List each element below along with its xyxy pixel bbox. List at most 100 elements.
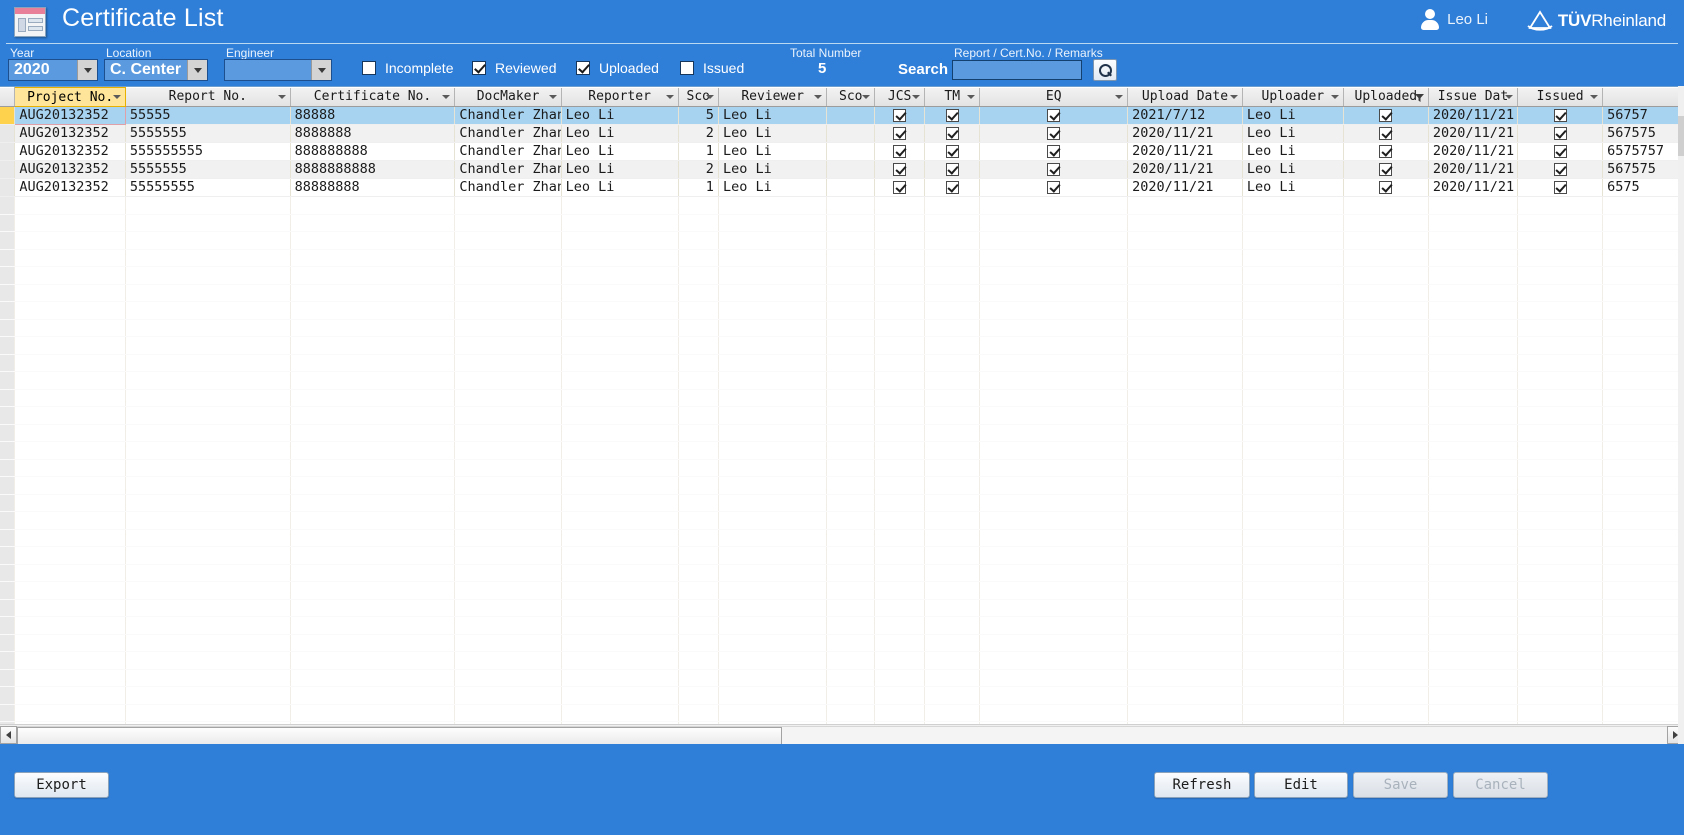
checkbox-issued-icon[interactable] xyxy=(1553,108,1567,122)
cell-project_no[interactable]: AUG20132352 xyxy=(14,142,126,161)
column-header-eq[interactable]: EQ xyxy=(979,87,1129,107)
cell-score1[interactable]: 2 xyxy=(678,124,719,143)
checkbox-issued-box[interactable] xyxy=(680,61,694,75)
engineer-select[interactable] xyxy=(224,59,332,81)
filter-checkbox-reviewed[interactable]: Reviewed xyxy=(472,60,556,76)
cell-report_no[interactable]: 55555 xyxy=(125,106,291,125)
cell-reviewer[interactable]: Leo Li xyxy=(718,178,828,197)
column-header-sco[interactable]: Sco xyxy=(678,87,719,107)
cell-upload_date[interactable]: 2020/11/21 xyxy=(1127,142,1243,161)
cell-certificate_no[interactable]: 8888888 xyxy=(290,124,456,143)
column-header-tm[interactable]: TM xyxy=(924,87,981,107)
cell-score2[interactable] xyxy=(826,142,876,161)
column-header-upload-date[interactable]: Upload Date xyxy=(1127,87,1243,107)
cell-score1[interactable]: 2 xyxy=(678,160,719,179)
cell-tm[interactable] xyxy=(924,106,981,125)
checkbox-incomplete-box[interactable] xyxy=(362,61,376,75)
column-header-reporter[interactable]: Reporter xyxy=(561,87,679,107)
column-dropdown-icon[interactable] xyxy=(1590,94,1599,99)
column-header-issue-dat[interactable]: Issue Dat xyxy=(1428,87,1519,107)
checkbox-tm-icon[interactable] xyxy=(945,180,959,194)
cell-tm[interactable] xyxy=(924,142,981,161)
cell-eq[interactable] xyxy=(979,178,1129,197)
edit-button[interactable]: Edit xyxy=(1254,772,1348,798)
checkbox-tm-icon[interactable] xyxy=(945,126,959,140)
cell-issue_date[interactable]: 2020/11/21 xyxy=(1428,124,1519,143)
checkbox-tm-icon[interactable] xyxy=(945,144,959,158)
cell-uploaded[interactable] xyxy=(1343,124,1429,143)
cell-docmaker[interactable]: Chandler Zhan xyxy=(454,160,562,179)
cell-issue_date[interactable]: 2020/11/21 xyxy=(1428,142,1519,161)
search-input[interactable] xyxy=(952,60,1082,80)
cell-reviewer[interactable]: Leo Li xyxy=(718,106,828,125)
hscroll-thumb[interactable] xyxy=(17,726,782,744)
cell-jcs[interactable] xyxy=(874,124,926,143)
cell-score1[interactable]: 1 xyxy=(678,142,719,161)
cell-report_no[interactable]: 555555555 xyxy=(125,142,291,161)
cell-upload_date[interactable]: 2020/11/21 xyxy=(1127,178,1243,197)
chevron-down-icon[interactable] xyxy=(311,60,331,80)
cell-docmaker[interactable]: Chandler Zhan xyxy=(454,124,562,143)
cell-tm[interactable] xyxy=(924,124,981,143)
cell-issued[interactable] xyxy=(1517,106,1604,125)
cell-reporter[interactable]: Leo Li xyxy=(561,106,679,125)
column-header-report-no[interactable]: Report No. xyxy=(125,87,291,107)
cell-report_no[interactable]: 5555555 xyxy=(125,124,291,143)
column-dropdown-icon[interactable] xyxy=(442,94,451,99)
cell-certificate_no[interactable]: 88888 xyxy=(290,106,456,125)
certificate-grid[interactable]: Project No. Report No. Certificate No. DocM… xyxy=(0,86,1684,744)
cell-tm[interactable] xyxy=(924,178,981,197)
scroll-left-button[interactable] xyxy=(0,725,17,744)
cell-issue_date[interactable]: 2020/11/21 xyxy=(1428,178,1519,197)
checkbox-jcs-icon[interactable] xyxy=(893,162,907,176)
cell-reviewer[interactable]: Leo Li xyxy=(718,160,828,179)
cell-uploaded[interactable] xyxy=(1343,106,1429,125)
row-selector[interactable] xyxy=(0,160,16,179)
cell-score2[interactable] xyxy=(826,124,876,143)
select-all-corner[interactable] xyxy=(0,87,16,107)
cell-certificate_no[interactable]: 888888888 xyxy=(290,142,456,161)
year-select[interactable]: 2020 xyxy=(8,59,98,81)
column-dropdown-icon[interactable] xyxy=(862,94,871,99)
cell-uploaded[interactable] xyxy=(1343,178,1429,197)
table-row[interactable]: AUG20132352 555555555 888888888 Chandler Zh… xyxy=(0,142,1684,161)
cell-project_no[interactable]: AUG20132352 xyxy=(14,106,126,125)
checkbox-jcs-icon[interactable] xyxy=(893,144,907,158)
checkbox-jcs-icon[interactable] xyxy=(893,108,907,122)
filter-checkbox-uploaded[interactable]: Uploaded xyxy=(576,60,659,76)
cell-eq[interactable] xyxy=(979,142,1129,161)
checkbox-eq-icon[interactable] xyxy=(1047,108,1061,122)
cell-issue_date[interactable]: 2020/11/21 xyxy=(1428,160,1519,179)
checkbox-eq-icon[interactable] xyxy=(1047,180,1061,194)
column-header-uploader[interactable]: Uploader xyxy=(1242,87,1344,107)
cell-trailing[interactable]: 567575 xyxy=(1602,160,1684,179)
cell-certificate_no[interactable]: 8888888888 xyxy=(290,160,456,179)
column-dropdown-icon[interactable] xyxy=(814,94,823,99)
checkbox-issued-icon[interactable] xyxy=(1553,180,1567,194)
table-row[interactable]: AUG20132352 55555 88888 Chandler Zhan Leo Li… xyxy=(0,106,1684,125)
column-dropdown-icon[interactable] xyxy=(1505,94,1514,99)
checkbox-uploaded-icon[interactable] xyxy=(1379,144,1393,158)
column-header-issued[interactable]: Issued xyxy=(1517,87,1604,107)
cell-uploaded[interactable] xyxy=(1343,160,1429,179)
cell-tm[interactable] xyxy=(924,160,981,179)
cell-reviewer[interactable]: Leo Li xyxy=(718,142,828,161)
hscroll-track[interactable] xyxy=(17,725,1667,744)
cell-eq[interactable] xyxy=(979,160,1129,179)
cell-issued[interactable] xyxy=(1517,142,1604,161)
column-header-reviewer[interactable]: Reviewer xyxy=(718,87,828,107)
cell-jcs[interactable] xyxy=(874,106,926,125)
cell-project_no[interactable]: AUG20132352 xyxy=(14,124,126,143)
checkbox-jcs-icon[interactable] xyxy=(893,126,907,140)
checkbox-issued-icon[interactable] xyxy=(1553,126,1567,140)
chevron-down-icon[interactable] xyxy=(77,60,97,80)
checkbox-jcs-icon[interactable] xyxy=(893,180,907,194)
cell-score2[interactable] xyxy=(826,106,876,125)
cell-uploader[interactable]: Leo Li xyxy=(1242,124,1344,143)
cell-trailing[interactable]: 6575 xyxy=(1602,178,1684,197)
column-dropdown-icon[interactable] xyxy=(112,95,121,99)
cell-score2[interactable] xyxy=(826,178,876,197)
checkbox-eq-icon[interactable] xyxy=(1047,126,1061,140)
cell-score2[interactable] xyxy=(826,160,876,179)
cell-project_no[interactable]: AUG20132352 xyxy=(14,160,126,179)
